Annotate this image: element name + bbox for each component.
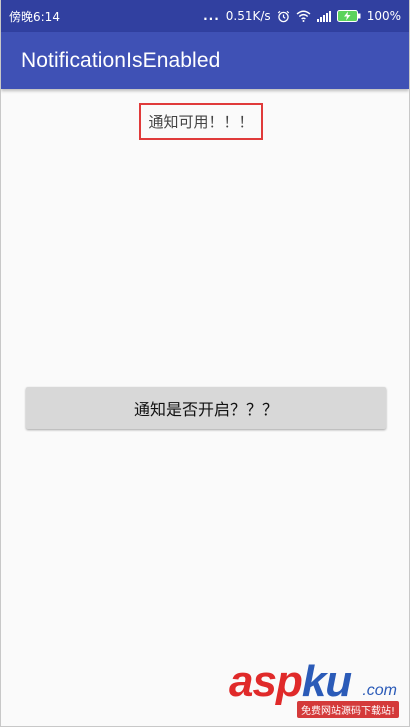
watermark-brand-blue: ku — [301, 657, 352, 706]
notification-status-label: 通知可用！！！ — [148, 113, 254, 131]
check-notification-button[interactable]: 通知是否开启？？？ — [26, 387, 386, 429]
status-time: 傍晚6:14 — [9, 9, 60, 24]
app-bar: NotificationIsEnabled — [1, 32, 409, 89]
signal-icon — [316, 10, 331, 22]
status-dots: ... — [203, 9, 220, 23]
status-right: ... 0.51K/s 100% — [203, 9, 401, 23]
wifi-icon — [296, 10, 311, 22]
check-notification-button-label: 通知是否开启？？？ — [133, 400, 278, 419]
app-title: NotificationIsEnabled — [21, 48, 221, 72]
aspku-watermark: aspku .com 免费网站源码下载站! — [229, 660, 399, 718]
phone-screen: 傍晚6:14 ... 0.51K/s 100% NotificationIsEn… — [0, 0, 410, 727]
notification-status-text: 通知可用！！！ — [139, 103, 263, 140]
status-bar: 傍晚6:14 ... 0.51K/s 100% — [1, 0, 409, 32]
battery-charging-icon — [336, 10, 361, 22]
watermark-tagline: 免费网站源码下载站! — [296, 701, 399, 718]
battery-percent: 100% — [366, 9, 401, 23]
watermark-brand-red: asp — [229, 657, 303, 706]
watermark-logo-text: aspku — [229, 657, 352, 706]
status-left: 傍晚6:14 — [9, 8, 60, 25]
watermark-domain: .com — [362, 682, 397, 699]
alarm-icon — [277, 10, 290, 23]
network-speed: 0.51K/s — [225, 9, 271, 23]
